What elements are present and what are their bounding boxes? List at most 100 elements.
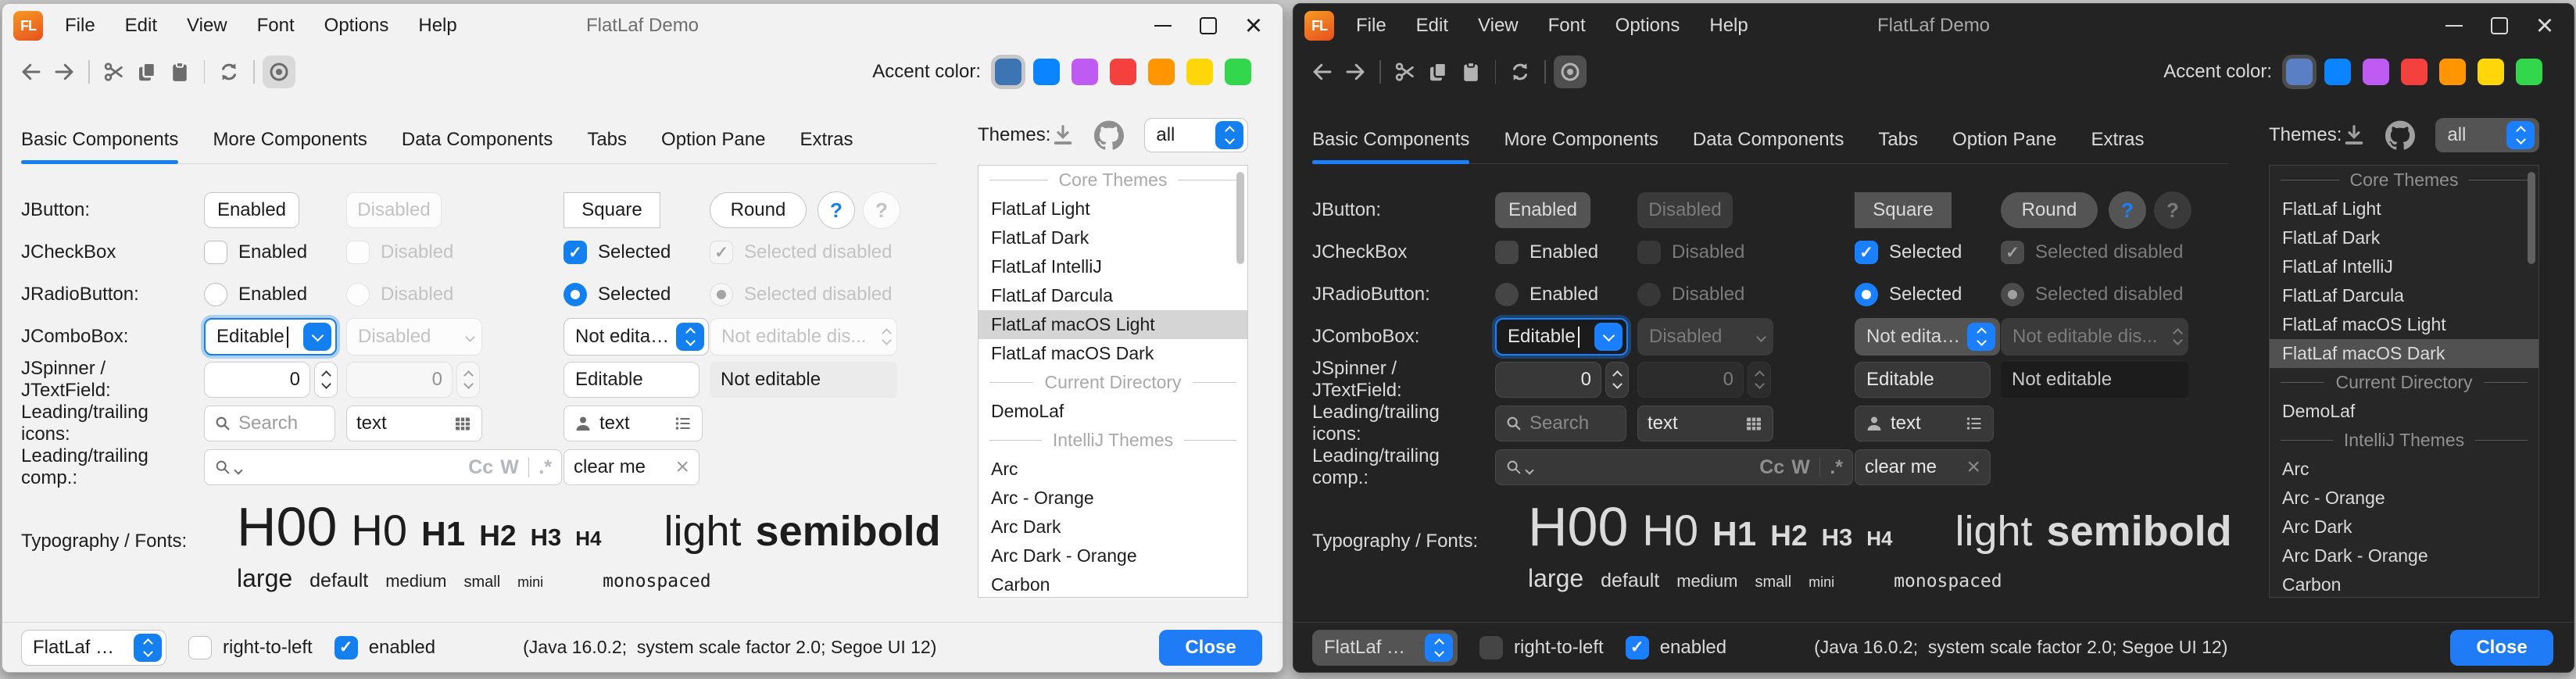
checkbox-selected[interactable]: Selected <box>564 241 671 264</box>
combobox-stepper-button[interactable] <box>1425 634 1453 662</box>
tab-data-components[interactable]: Data Components <box>402 116 553 163</box>
round-button[interactable]: Round <box>2001 192 2098 228</box>
theme-item[interactable]: FlatLaf Dark <box>979 223 1247 252</box>
accent-swatch[interactable] <box>1072 59 1098 85</box>
theme-item[interactable]: Arc Dark <box>979 513 1247 541</box>
search-input[interactable]: Search <box>204 406 335 441</box>
menu-edit[interactable]: Edit <box>1416 15 1448 37</box>
download-button[interactable] <box>2342 123 2367 148</box>
paste-button[interactable] <box>1454 55 1487 88</box>
close-window-button[interactable] <box>1231 4 1276 48</box>
tab-extras[interactable]: Extras <box>800 116 853 163</box>
calendar-icon[interactable] <box>453 414 472 433</box>
enabled-checkbox[interactable]: enabled <box>335 636 435 659</box>
combobox-arrow-button[interactable] <box>1594 323 1623 351</box>
search-icon[interactable] <box>214 459 231 476</box>
theme-item[interactable]: FlatLaf Darcula <box>979 281 1247 310</box>
accent-swatch[interactable] <box>2401 59 2428 85</box>
themes-scrollbar[interactable] <box>2528 172 2535 264</box>
enabled-button[interactable]: Enabled <box>204 192 299 228</box>
match-case-button[interactable]: Cc <box>1759 456 1784 479</box>
refresh-button[interactable] <box>213 55 245 88</box>
menu-view[interactable]: View <box>187 15 227 37</box>
spinner-value[interactable]: 0 <box>1495 362 1601 398</box>
menu-file[interactable]: File <box>65 15 95 37</box>
theme-item[interactable]: DemoLaf <box>979 397 1247 426</box>
menu-options[interactable]: Options <box>1615 15 1680 37</box>
tab-option-pane[interactable]: Option Pane <box>661 116 765 163</box>
back-button[interactable] <box>1306 55 1339 88</box>
menu-help[interactable]: Help <box>418 15 456 37</box>
editable-textfield[interactable]: Editable <box>564 362 699 398</box>
accent-swatch[interactable] <box>2439 59 2466 85</box>
help-button[interactable]: ? <box>818 191 855 229</box>
github-button[interactable] <box>1094 120 1124 150</box>
search-with-options-input[interactable]: Cc W .* <box>1495 449 1853 485</box>
accent-swatch[interactable] <box>2478 59 2504 85</box>
minimize-button[interactable] <box>2431 4 2477 48</box>
user-input[interactable]: text <box>564 406 703 441</box>
maximize-button[interactable] <box>1186 4 1231 48</box>
combobox-stepper-button[interactable] <box>134 634 162 662</box>
search-icon[interactable] <box>1505 459 1522 476</box>
themes-scrollbar[interactable] <box>1236 172 1244 264</box>
spinner-value[interactable]: 0 <box>204 362 310 398</box>
accent-swatch[interactable] <box>2516 59 2542 85</box>
theme-item[interactable]: Arc - Orange <box>979 484 1247 513</box>
theme-item[interactable]: FlatLaf macOS Light <box>979 310 1247 339</box>
clear-icon[interactable]: × <box>675 456 689 479</box>
accent-swatch[interactable] <box>1148 59 1175 85</box>
theme-item[interactable]: FlatLaf IntelliJ <box>979 252 1247 281</box>
radio-selected[interactable]: Selected <box>1855 283 1962 306</box>
maximize-button[interactable] <box>2477 4 2522 48</box>
theme-item[interactable]: FlatLaf macOS Dark <box>2270 339 2538 368</box>
accent-swatch[interactable] <box>1033 59 1060 85</box>
themes-filter-combo[interactable]: all <box>1144 118 1248 152</box>
accent-swatch[interactable] <box>1186 59 1213 85</box>
combobox-stepper-button[interactable] <box>676 323 704 351</box>
tab-more-components[interactable]: More Components <box>213 116 367 163</box>
theme-item[interactable]: FlatLaf IntelliJ <box>2270 252 2538 281</box>
help-button[interactable]: ? <box>2109 191 2146 229</box>
combobox-stepper-button[interactable] <box>1967 323 1995 351</box>
theme-item[interactable]: DemoLaf <box>2270 397 2538 426</box>
theme-item[interactable]: Arc <box>2270 455 2538 484</box>
not-editable-combobox[interactable]: Not editable <box>1855 318 2000 356</box>
copy-button[interactable] <box>1422 55 1454 88</box>
accent-swatch[interactable] <box>1110 59 1136 85</box>
search-input[interactable]: Search <box>1495 406 1626 441</box>
right-to-left-checkbox[interactable]: right-to-left <box>188 636 313 659</box>
editable-combobox[interactable]: Editable <box>204 318 337 356</box>
combobox-arrow-button[interactable] <box>303 323 331 351</box>
checkbox-enabled[interactable]: Enabled <box>204 241 307 264</box>
calendar-icon[interactable] <box>1744 414 1763 433</box>
accent-swatch[interactable] <box>1225 59 1251 85</box>
forward-button[interactable] <box>1339 55 1372 88</box>
clear-icon[interactable]: × <box>1966 456 1980 479</box>
theme-item[interactable]: FlatLaf Light <box>2270 195 2538 223</box>
list-icon[interactable] <box>1965 414 1984 433</box>
enabled-checkbox[interactable]: enabled <box>1626 636 1726 659</box>
tab-basic-components[interactable]: Basic Components <box>1312 116 1469 163</box>
laf-combo[interactable]: FlatLaf macOS D... <box>1312 630 1458 666</box>
menu-options[interactable]: Options <box>324 15 389 37</box>
user-input[interactable]: text <box>1855 406 1994 441</box>
theme-item[interactable]: FlatLaf macOS Dark <box>979 339 1247 368</box>
close-dialog-button[interactable]: Close <box>1159 630 1262 666</box>
laf-combo[interactable]: FlatLaf macOS Li... <box>21 630 166 666</box>
tab-extras[interactable]: Extras <box>2091 116 2144 163</box>
list-icon[interactable] <box>674 414 692 433</box>
show-hidden-toggle[interactable] <box>263 55 295 88</box>
regex-button[interactable]: .* <box>1830 456 1843 479</box>
theme-item[interactable]: FlatLaf macOS Light <box>2270 310 2538 339</box>
menu-font[interactable]: Font <box>257 15 295 37</box>
editable-combobox[interactable]: Editable <box>1495 318 1628 356</box>
radio-enabled[interactable]: Enabled <box>1495 283 1598 306</box>
refresh-button[interactable] <box>1504 55 1537 88</box>
theme-item[interactable]: FlatLaf Light <box>979 195 1247 223</box>
match-case-button[interactable]: Cc <box>468 456 493 479</box>
close-dialog-button[interactable]: Close <box>2450 630 2553 666</box>
spinner-stepper[interactable] <box>1605 362 1629 398</box>
paste-button[interactable] <box>163 55 196 88</box>
theme-item[interactable]: Arc Dark - Orange <box>979 541 1247 570</box>
